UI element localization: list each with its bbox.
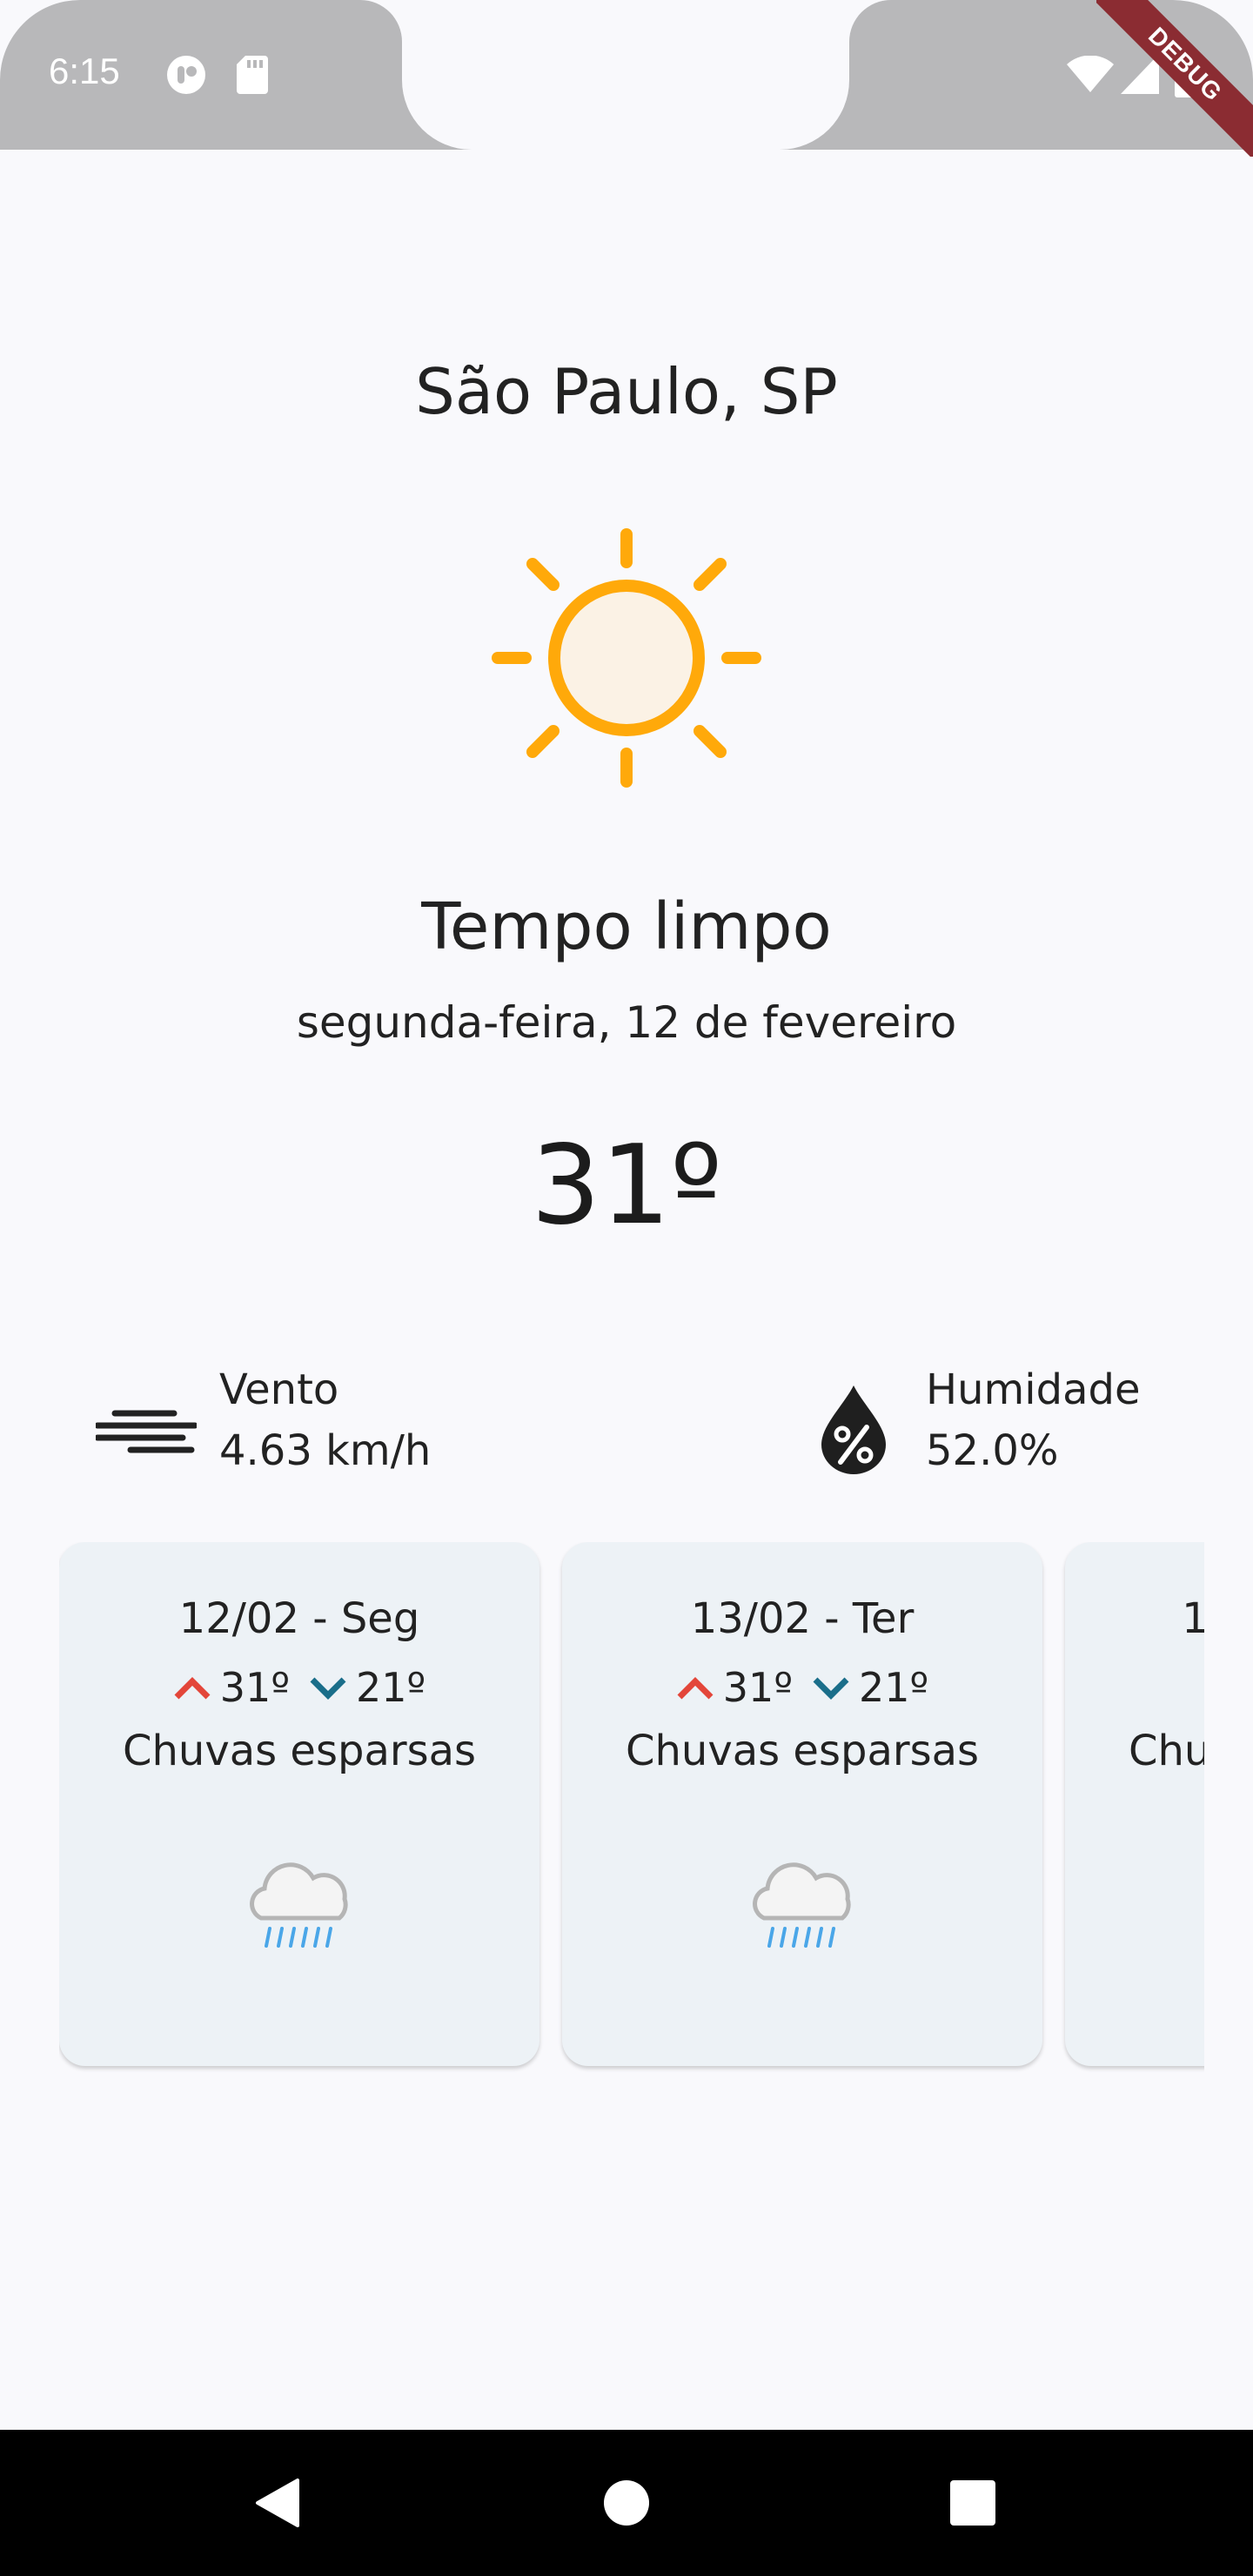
sun-icon — [492, 528, 761, 788]
back-icon[interactable] — [252, 2477, 301, 2529]
wind-icon — [96, 1410, 197, 1453]
debug-banner: DEBUG — [1096, 0, 1253, 157]
forecast-max-temp: 31º — [219, 1664, 290, 1711]
current-date: segunda-feira, 12 de fevereiro — [296, 997, 957, 1048]
humidity-icon — [821, 1385, 886, 1474]
status-time: 6:15 — [49, 50, 120, 91]
forecast-list[interactable]: 12/02 - Seg 31º 21º Chuvas esparsas 13/0… — [59, 1542, 1204, 2078]
humidity-value: 52.0% — [926, 1426, 1059, 1475]
forecast-card[interactable]: 13/02 - Ter 31º 21º Chuvas esparsas — [562, 1542, 1042, 2066]
forecast-date: 12/02 - Seg — [178, 1594, 420, 1643]
sd-card-icon — [237, 56, 268, 94]
forecast-card[interactable]: 14/02 - Qua 2 Chuvas esparsas — [1065, 1542, 1204, 2066]
forecast-min-temp: 21º — [356, 1664, 426, 1711]
status-circle-icon — [167, 56, 205, 94]
forecast-min-temp: 21º — [859, 1664, 929, 1711]
notch-curve-left — [402, 80, 472, 150]
wind-label: Vento — [219, 1365, 339, 1414]
home-icon[interactable] — [603, 2479, 650, 2526]
navigation-bar — [0, 2430, 1253, 2576]
forecast-card[interactable]: 12/02 - Seg 31º 21º Chuvas esparsas — [59, 1542, 539, 2066]
forecast-description: Chuvas esparsas — [1128, 1727, 1204, 1775]
forecast-description: Chuvas esparsas — [122, 1727, 477, 1775]
max-arrow-icon — [677, 1677, 714, 1700]
rain-cloud-icon — [250, 1862, 348, 1948]
forecast-date: 14/02 - Qua — [1182, 1594, 1204, 1643]
max-arrow-icon — [174, 1677, 211, 1700]
recents-icon[interactable] — [949, 2479, 996, 2526]
min-arrow-icon — [310, 1677, 346, 1700]
city-name: São Paulo, SP — [415, 355, 838, 428]
wind-value: 4.63 km/h — [219, 1426, 432, 1475]
forecast-date: 13/02 - Ter — [690, 1594, 915, 1643]
humidity-label: Humidade — [926, 1365, 1141, 1414]
current-temperature: 31º — [531, 1121, 722, 1249]
rain-cloud-icon — [753, 1862, 851, 1948]
forecast-description: Chuvas esparsas — [625, 1727, 980, 1775]
debug-banner-label: DEBUG — [1096, 0, 1253, 157]
forecast-max-temp: 31º — [722, 1664, 793, 1711]
weather-condition: Tempo limpo — [421, 889, 832, 964]
min-arrow-icon — [813, 1677, 849, 1700]
notch-curve-right — [780, 80, 849, 150]
status-bar: 6:15 DEBUG — [0, 0, 1253, 157]
